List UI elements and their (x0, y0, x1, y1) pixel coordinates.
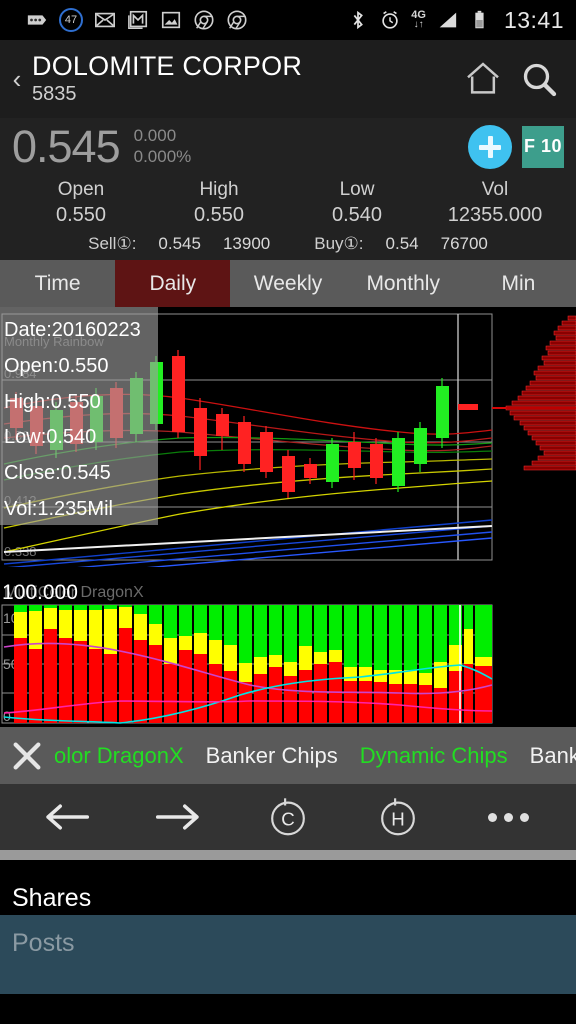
dragonx-indicator-chart[interactable]: MultiColor DragonX 100.000 100 50 0 (0, 575, 576, 727)
tooltip-close: Close:0.545 (4, 462, 111, 485)
ohlc-row: Open 0.550 High 0.550 Low 0.540 Vol 1235… (12, 179, 564, 227)
photos-icon (161, 11, 181, 29)
svg-text:0: 0 (3, 708, 11, 724)
close-icon (13, 742, 41, 769)
tab-time[interactable]: Time (0, 260, 115, 307)
chart-area[interactable]: Monthly Rainbow 0.984 0.568 0.412 0.338 (0, 307, 576, 727)
svg-text:100.000: 100.000 (2, 581, 78, 604)
network-4g-icon: 4G ↓↑ (411, 10, 426, 30)
history-chart-button[interactable]: H (363, 791, 433, 843)
signal-bars-icon (439, 12, 457, 28)
forward-arrow-icon (155, 804, 199, 830)
tab-weekly[interactable]: Weekly (230, 260, 345, 307)
buy-label: Buy①: (314, 234, 364, 253)
ohlc-cell-low: Low 0.540 (288, 179, 426, 227)
ohlc-value: 0.540 (331, 204, 383, 226)
tooltip-vol: Vol:1.235Mil (4, 497, 113, 520)
ohlc-cell-high: High 0.550 (150, 179, 288, 227)
notification-count-label: 47 (64, 14, 78, 26)
back-arrow-icon (46, 804, 90, 830)
battery-icon (475, 10, 484, 29)
sell-price: 0.545 (158, 234, 201, 253)
section-divider (0, 850, 576, 860)
price-change-abs: 0.000 (133, 126, 177, 146)
h-circle-icon: H (381, 798, 416, 836)
bluetooth-icon (353, 10, 364, 30)
tooltip-date: Date:20160223 (4, 319, 141, 341)
chart-nav-bar: C H (0, 784, 576, 850)
bottom-sections: Shares Posts (0, 860, 576, 994)
legend-item-banker-chips[interactable]: Banker Chips (206, 743, 360, 769)
gmail-icon (128, 10, 148, 29)
title-bar: ‹ DOLOMITE CORPOR 5835 (0, 40, 576, 118)
ohlc-cell-open: Open 0.550 (12, 179, 150, 227)
ohlc-value: 0.550 (55, 204, 107, 226)
quote-header-row: 0.545 0.000 0.000% F 10 (12, 124, 564, 169)
tab-min[interactable]: Min (461, 260, 576, 307)
ohlc-label: Open (57, 179, 105, 200)
ohlc-cell-vol: Vol 12355.000 (426, 179, 564, 227)
sell-label: Sell①: (88, 234, 137, 253)
quote-actions: F 10 (468, 124, 564, 169)
legend-item-banker[interactable]: Banker (530, 743, 576, 769)
shares-section[interactable]: Shares (0, 860, 576, 915)
posts-section[interactable]: Posts (0, 915, 576, 994)
search-icon (523, 63, 557, 97)
ohlc-label: High (199, 179, 239, 200)
buy-qty: 76700 (440, 234, 488, 253)
legend-item-dynamic-chips[interactable]: Dynamic Chips (360, 743, 530, 769)
mail-icon (95, 12, 115, 28)
price-change-group: 0.000 0.000% (134, 126, 192, 166)
ohlc-label: Vol (481, 179, 509, 200)
search-button[interactable] (516, 56, 562, 102)
sell-qty: 13900 (222, 234, 271, 253)
page-title: DOLOMITE CORPOR (32, 51, 303, 82)
alarm-icon (382, 11, 398, 29)
status-bar-right-icons: 4G ↓↑ 13:41 (347, 7, 568, 34)
back-button[interactable]: ‹ (6, 66, 28, 92)
more-options-button[interactable] (474, 791, 544, 843)
quote-panel: 0.545 0.000 0.000% F 10 Open 0.550 High … (0, 118, 576, 260)
ohlc-label: Low (339, 179, 375, 200)
posts-label: Posts (12, 929, 75, 957)
c-circle-icon: C (271, 798, 305, 836)
shares-label: Shares (12, 884, 92, 912)
ohlc-value: 12355.000 (447, 204, 543, 226)
buy-price: 0.54 (385, 234, 419, 253)
candle-tooltip: Date:20160223 Open:0.550 High:0.550 Low:… (0, 307, 158, 525)
status-bar-left-icons: 47 (8, 8, 347, 32)
ohlc-value: 0.550 (193, 204, 245, 226)
stock-identity: DOLOMITE CORPOR 5835 (28, 52, 450, 105)
previous-button[interactable] (32, 791, 102, 843)
price-change-pct: 0.000% (133, 146, 192, 166)
notification-count-badge: 47 (59, 8, 83, 32)
indicator-legend-bar: olor DragonX Banker Chips Dynamic Chips … (0, 727, 576, 784)
add-to-watchlist-button[interactable] (468, 124, 512, 169)
cycle-chart-button[interactable]: C (253, 791, 323, 843)
next-button[interactable] (143, 791, 213, 843)
tab-daily[interactable]: Daily (115, 260, 231, 307)
home-button[interactable] (460, 56, 506, 102)
tooltip-open: Open:0.550 (4, 354, 109, 377)
status-bar-clock: 13:41 (503, 6, 564, 33)
stock-code: 5835 (32, 82, 77, 105)
legend-item-multicolor-dragonx[interactable]: olor DragonX (54, 743, 206, 769)
more-dots-icon (488, 812, 530, 822)
status-bar: 47 4G ↓↑ 13:41 (0, 0, 576, 40)
svg-text:C: C (281, 809, 294, 830)
chrome-icon-2 (227, 10, 247, 30)
data-arrows-icon: ↓↑ (413, 19, 424, 30)
chrome-icon (194, 10, 214, 30)
home-icon (467, 62, 499, 94)
bid-ask-row: Sell①: 0.545 13900 Buy①: 0.54 76700 (12, 234, 564, 256)
tab-monthly[interactable]: Monthly (346, 260, 461, 307)
svg-text:H: H (392, 809, 405, 830)
last-price: 0.545 (12, 121, 121, 172)
f10-button[interactable]: F 10 (522, 125, 564, 168)
tooltip-low: Low:0.540 (4, 426, 97, 449)
tooltip-high: High:0.550 (4, 390, 101, 413)
close-indicator-button[interactable] (0, 739, 54, 773)
more-dots-icon (27, 15, 47, 25)
chart-period-tabs: Time Daily Weekly Monthly Min (0, 260, 576, 307)
